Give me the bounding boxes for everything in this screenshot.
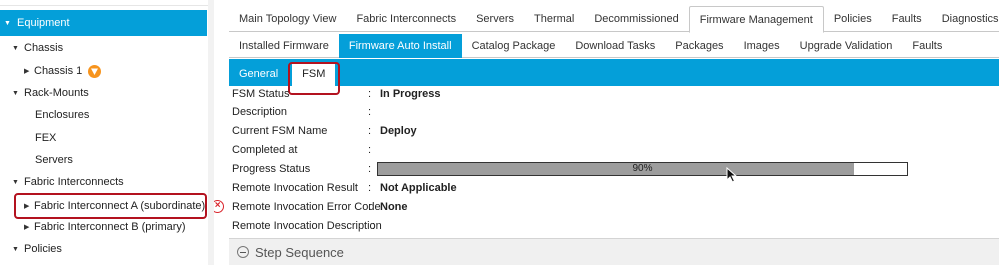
field-label: Completed at [232, 144, 298, 156]
sidebar-item-fabric-interconnects[interactable]: ▼ Fabric Interconnects [12, 173, 124, 191]
field-colon: : [368, 144, 372, 156]
firmware-tab-bar: Installed Firmware Firmware Auto Install… [229, 34, 999, 58]
field-value: Not Applicable [380, 182, 457, 194]
caret-down-icon[interactable]: ▼ [12, 246, 20, 253]
mouse-pointer-icon [726, 167, 738, 183]
field-value: None [380, 201, 408, 213]
sidebar-item-label: FEX [35, 132, 57, 144]
tab-images[interactable]: Images [734, 34, 790, 58]
sidebar-item-equipment[interactable]: ▼ Equipment [0, 10, 207, 36]
sidebar-item-rack-mounts[interactable]: ▼ Rack-Mounts [12, 84, 89, 102]
sidebar-item-enclosures[interactable]: Enclosures [35, 106, 89, 124]
tab-firmware-auto-install[interactable]: Firmware Auto Install [338, 34, 462, 58]
tab-diagnostics[interactable]: Diagnostics [932, 6, 999, 32]
field-remote-invocation-description: Remote Invocation Description : [232, 217, 992, 235]
sidebar-item-label: Fabric Interconnects [24, 176, 124, 188]
navigation-sidebar: ▼ Equipment ▼ Chassis ▶ Chassis 1 ▼ Rack… [0, 0, 225, 265]
field-fsm-status: FSM Status : In Progress [232, 85, 992, 103]
sidebar-item-chassis[interactable]: ▼ Chassis [12, 39, 63, 57]
tab-firmware-management[interactable]: Firmware Management [688, 6, 824, 33]
field-label: Progress Status [232, 163, 311, 175]
sidebar-item-label: Servers [35, 154, 73, 166]
warning-icon [88, 64, 102, 78]
sidebar-scrollbar[interactable] [208, 0, 214, 265]
tab-main-topology-view[interactable]: Main Topology View [229, 6, 346, 32]
field-colon: : [368, 201, 372, 213]
field-completed-at: Completed at : [232, 141, 992, 159]
sidebar-item-label: Chassis 1 [34, 65, 83, 77]
caret-down-icon[interactable]: ▼ [4, 20, 11, 27]
tab-packages[interactable]: Packages [665, 34, 733, 58]
field-label: Description [232, 106, 288, 118]
field-label: Remote Invocation Error Code [232, 201, 381, 213]
field-value: Deploy [380, 125, 417, 137]
tab-faults[interactable]: Faults [882, 6, 932, 32]
tab-decommissioned[interactable]: Decommissioned [584, 6, 688, 32]
sidebar-item-chassis-1[interactable]: ▶ Chassis 1 [24, 62, 102, 80]
progress-bar: 90% [377, 162, 908, 176]
field-label: Remote Invocation Description [232, 220, 382, 232]
collapse-icon[interactable] [237, 246, 249, 258]
tab-general[interactable]: General [229, 62, 288, 86]
tab-installed-firmware[interactable]: Installed Firmware [229, 34, 339, 58]
tab-catalog-package[interactable]: Catalog Package [462, 34, 566, 58]
sidebar-item-label: Equipment [17, 17, 70, 29]
sidebar-item-label: Enclosures [35, 109, 90, 121]
field-value: In Progress [380, 88, 441, 100]
field-remote-invocation-result: Remote Invocation Result : Not Applicabl… [232, 179, 992, 197]
sidebar-item-fabric-interconnect-b[interactable]: ▶ Fabric Interconnect B (primary) [24, 218, 186, 236]
caret-right-icon[interactable]: ▶ [24, 67, 32, 75]
tab-upgrade-validation[interactable]: Upgrade Validation [790, 34, 903, 58]
tab-firmware-faults[interactable]: Faults [902, 34, 952, 58]
progress-text: 90% [632, 163, 653, 174]
sidebar-top-strip [0, 0, 214, 6]
field-colon: : [368, 182, 372, 194]
highlight-box-fabric-interconnect-a [14, 193, 207, 219]
tab-fabric-interconnects[interactable]: Fabric Interconnects [346, 6, 466, 32]
sidebar-item-label: Policies [24, 243, 62, 255]
sidebar-item-policies[interactable]: ▼ Policies [12, 240, 62, 258]
sidebar-item-label: Rack-Mounts [24, 87, 89, 99]
caret-right-icon[interactable]: ▶ [24, 223, 32, 231]
sidebar-item-servers[interactable]: Servers [35, 151, 73, 169]
field-colon: : [368, 106, 372, 118]
field-description: Description : [232, 103, 992, 121]
sidebar-item-label: Fabric Interconnect B (primary) [34, 221, 186, 233]
main-content: Main Topology View Fabric Interconnects … [229, 0, 999, 265]
caret-down-icon[interactable]: ▼ [12, 45, 20, 52]
field-label: FSM Status [232, 88, 290, 100]
field-label: Current FSM Name [232, 125, 328, 137]
tab-thermal[interactable]: Thermal [524, 6, 584, 32]
tab-servers[interactable]: Servers [466, 6, 524, 32]
sub-tab-bar: General FSM [229, 59, 999, 86]
field-remote-invocation-error-code: Remote Invocation Error Code : None [232, 198, 992, 216]
field-label: Remote Invocation Result [232, 182, 358, 194]
field-colon: : [372, 220, 376, 232]
tab-policies[interactable]: Policies [824, 6, 882, 32]
caret-down-icon[interactable]: ▼ [12, 179, 20, 186]
caret-down-icon[interactable]: ▼ [12, 90, 20, 97]
sidebar-item-fex[interactable]: FEX [35, 129, 56, 147]
sidebar-item-label: Chassis [24, 42, 64, 54]
tab-download-tasks[interactable]: Download Tasks [565, 34, 665, 58]
step-sequence-section[interactable]: Step Sequence [229, 238, 999, 265]
top-tab-bar: Main Topology View Fabric Interconnects … [229, 6, 999, 33]
step-sequence-label: Step Sequence [255, 244, 344, 260]
field-current-fsm-name: Current FSM Name : Deploy [232, 122, 992, 140]
field-colon: : [368, 125, 372, 137]
field-colon: : [368, 88, 372, 100]
